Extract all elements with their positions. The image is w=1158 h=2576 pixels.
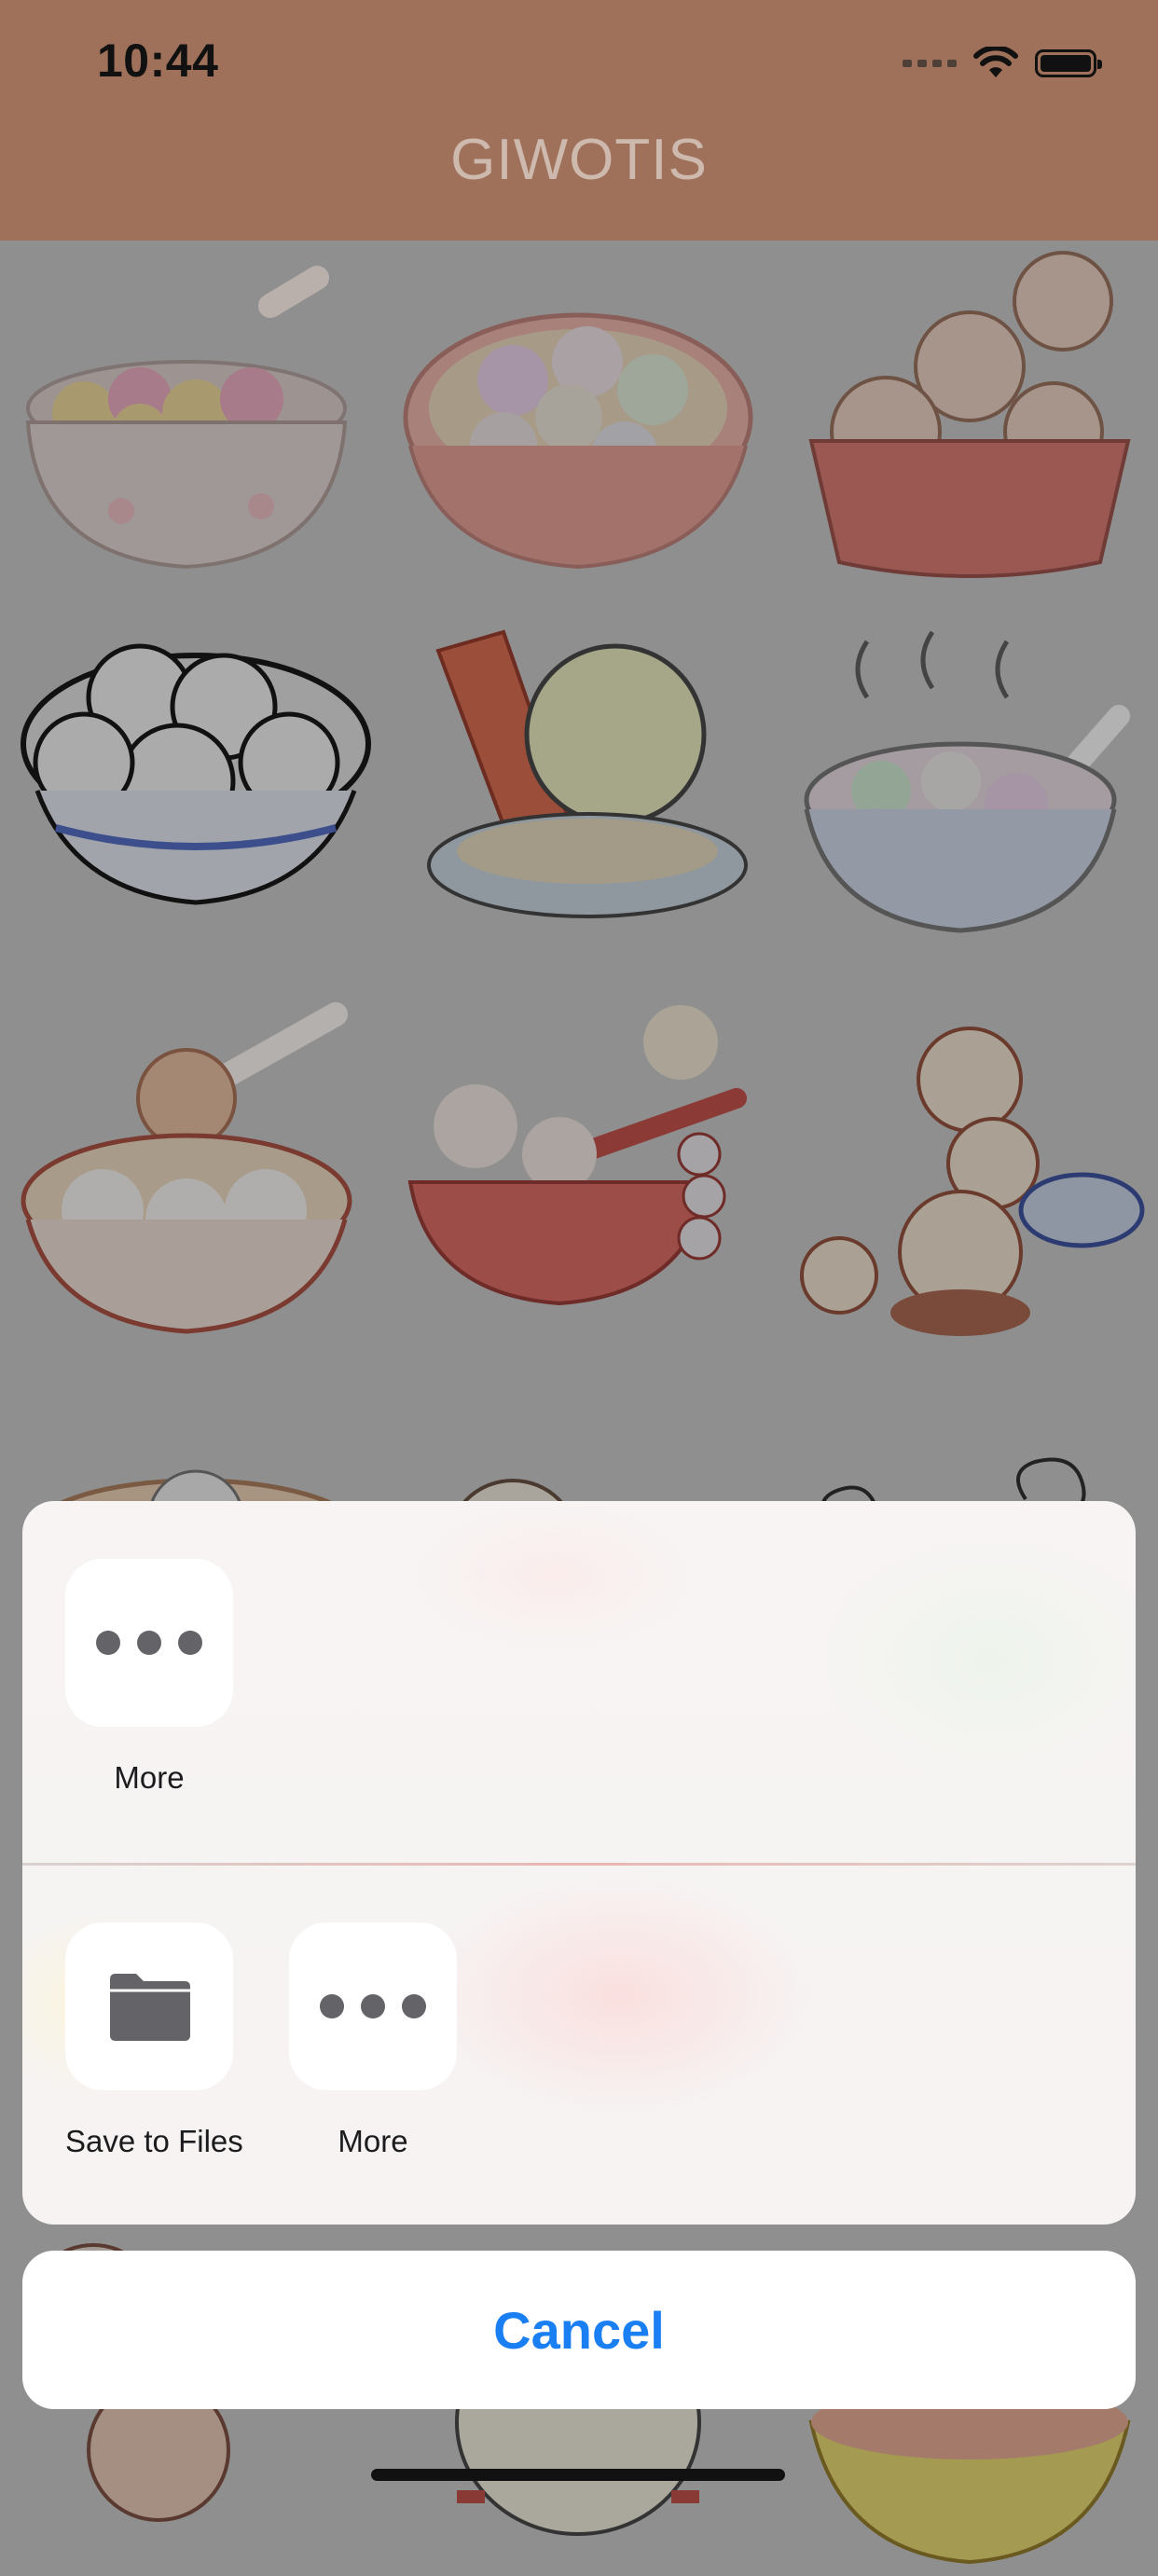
action-label: More — [338, 2124, 408, 2158]
more-dots-icon — [96, 1631, 202, 1655]
folder-icon — [110, 1974, 190, 2041]
app-screen: 10:44 GIWOTIS More Save to Files More Ca… — [0, 0, 1158, 2565]
more-dots-icon — [320, 1994, 426, 2018]
save-to-files-button[interactable]: Save to Files — [65, 1922, 243, 2159]
home-indicator[interactable] — [371, 2469, 785, 2481]
cancel-button[interactable]: Cancel — [22, 2251, 1136, 2409]
share-more-button-top[interactable]: More — [65, 1559, 233, 1796]
sheet-divider — [22, 1863, 1136, 1866]
cancel-label: Cancel — [493, 2300, 665, 2360]
share-sheet: More Save to Files More — [22, 1501, 1136, 2225]
share-more-button[interactable]: More — [289, 1922, 457, 2159]
more-tile[interactable] — [65, 1559, 233, 1727]
action-label: Save to Files — [65, 2124, 243, 2158]
action-label: More — [114, 1760, 185, 1795]
more-tile[interactable] — [289, 1922, 457, 2090]
save-to-files-tile[interactable] — [65, 1922, 233, 2090]
